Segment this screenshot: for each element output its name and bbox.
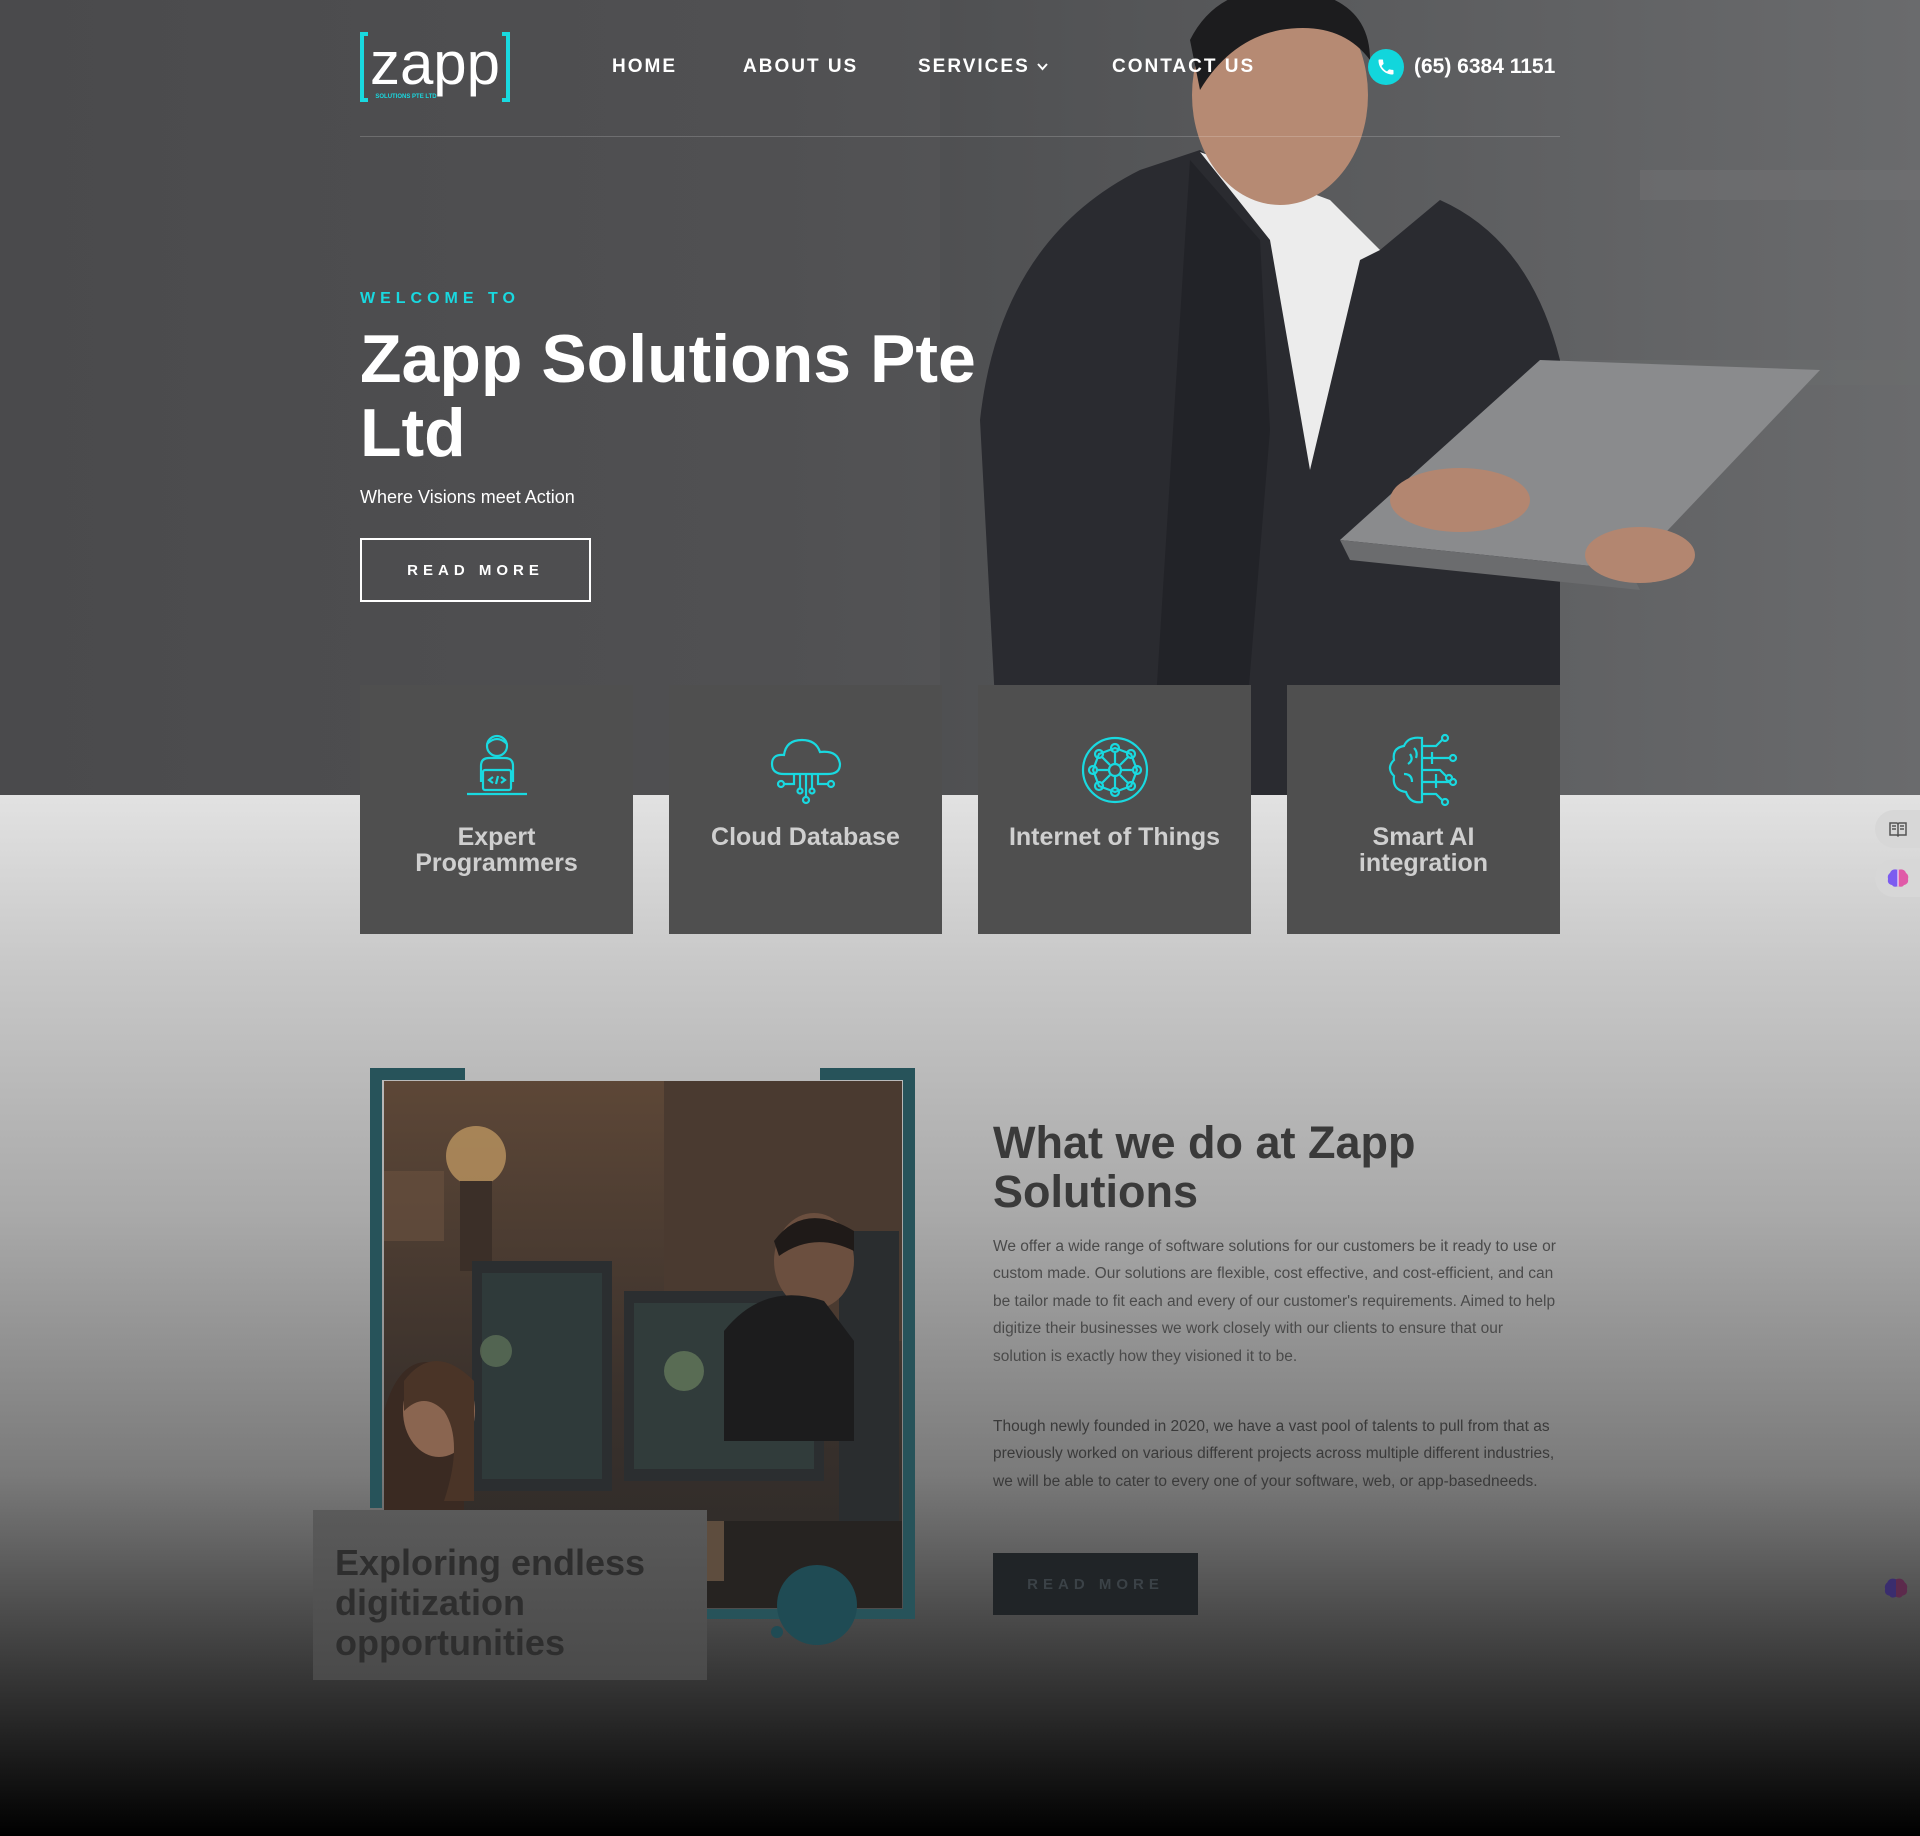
logo-subtext: SOLUTIONS PTE LTD <box>375 94 437 100</box>
frame-edge <box>370 1068 465 1080</box>
hero-title: Zapp Solutions Pte Ltd <box>360 321 976 471</box>
about-paragraph-1: We offer a wide range of software soluti… <box>993 1238 1556 1365</box>
hero-tagline: Where Visions meet Action <box>360 487 575 507</box>
iot-globe-icon <box>1081 736 1148 804</box>
side-reader-button[interactable] <box>1875 810 1920 848</box>
nav-services-label: SERVICES <box>918 56 1030 77</box>
frame-edge <box>903 1068 915 1619</box>
colorful-brain-icon[interactable] <box>1884 1576 1908 1600</box>
about-read-more-button[interactable]: READ MORE <box>993 1553 1198 1615</box>
colorful-brain-icon <box>1887 869 1908 887</box>
programmer-icon <box>466 734 527 796</box>
service-card-smart-ai[interactable]: Smart AI integration <box>1287 685 1560 934</box>
phone-icon <box>1368 49 1404 85</box>
chevron-down-icon <box>1037 63 1048 71</box>
ai-brain-icon <box>1388 733 1457 807</box>
nav-about-us[interactable]: ABOUT US <box>743 56 858 78</box>
service-card-expert-programmers[interactable]: Expert Programmers <box>360 685 633 934</box>
book-icon <box>1888 822 1907 837</box>
service-card-internet-of-things[interactable]: Internet of Things <box>978 685 1251 934</box>
site-header: zapp SOLUTIONS PTE LTD HOME ABOUT US SER… <box>360 0 1560 137</box>
phone-number: (65) 6384 1151 <box>1414 55 1556 78</box>
page: zapp SOLUTIONS PTE LTD HOME ABOUT US SER… <box>0 0 1920 1836</box>
nav-contact-us[interactable]: CONTACT US <box>1112 56 1255 78</box>
frame-edge <box>370 1068 382 1508</box>
nav-home[interactable]: HOME <box>612 56 677 78</box>
nav-services[interactable]: SERVICES <box>918 56 1048 78</box>
logo-wordmark: zapp <box>370 30 500 97</box>
photo-caption: Exploring endless digitization opportuni… <box>335 1542 646 1663</box>
side-ai-button[interactable] <box>1875 859 1920 897</box>
hero-read-more-button[interactable]: READ MORE <box>360 538 591 602</box>
service-label: Expert Programmers <box>415 823 578 877</box>
decorative-blob <box>771 1565 857 1645</box>
about-title: What we do at Zapp Solutions <box>993 1117 1416 1217</box>
frame-edge <box>820 1068 915 1080</box>
hero-welcome: WELCOME TO <box>360 290 520 307</box>
service-card-cloud-database[interactable]: Cloud Database <box>669 685 942 934</box>
service-label: Cloud Database <box>711 823 900 851</box>
service-label: Smart AI integration <box>1358 823 1489 877</box>
zapp-logo[interactable]: zapp SOLUTIONS PTE LTD <box>360 30 510 105</box>
phone-link[interactable]: (65) 6384 1151 <box>1368 49 1555 85</box>
lower-background <box>0 795 1920 1836</box>
service-label: Internet of Things <box>1008 823 1221 851</box>
cloud-database-icon <box>770 738 841 805</box>
about-paragraph-2: Though newly founded in 2020, we have a … <box>993 1418 1555 1490</box>
